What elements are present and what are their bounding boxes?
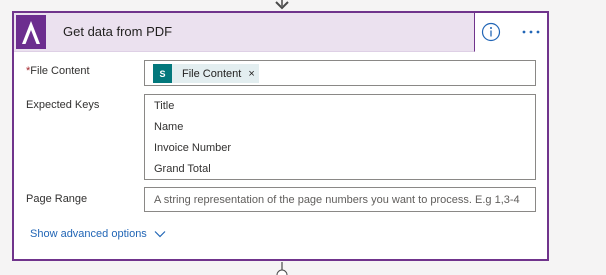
token-remove-button[interactable]: × [248,68,254,80]
expected-keys-label: Expected Keys [26,99,100,111]
card-header[interactable]: Get data from PDF [14,13,475,52]
more-options-button[interactable] [519,22,543,42]
chevron-down-icon [154,231,166,238]
key-line: Name [154,121,184,133]
page-range-label: Page Range [26,193,88,205]
file-content-field[interactable]: S File Content × [144,60,536,86]
info-icon [481,22,501,42]
info-button[interactable] [481,22,501,42]
key-line: Title [154,100,175,112]
astera-logo-icon [16,15,46,49]
file-content-label-text: File Content [30,65,90,77]
file-content-token[interactable]: S File Content × [153,64,259,83]
key-line: Grand Total [154,163,211,175]
token-label: File Content [182,67,242,80]
action-card[interactable]: Get data from PDF *File Content S File C… [12,11,549,261]
flow-connector-out [276,262,288,275]
page-range-input[interactable]: A string representation of the page numb… [144,187,536,212]
show-advanced-options-link[interactable]: Show advanced options [30,228,166,240]
card-title: Get data from PDF [63,24,173,39]
file-content-label: *File Content [26,65,90,77]
page-range-placeholder: A string representation of the page numb… [154,194,520,206]
flow-connector-arrow-in [275,0,289,10]
sharepoint-icon: S [153,64,172,83]
more-options-icon [522,30,540,34]
key-line: Invoice Number [154,142,232,154]
advanced-options-label: Show advanced options [30,228,147,240]
expected-keys-field[interactable]: Title Name Invoice Number Grand Total [144,94,536,180]
